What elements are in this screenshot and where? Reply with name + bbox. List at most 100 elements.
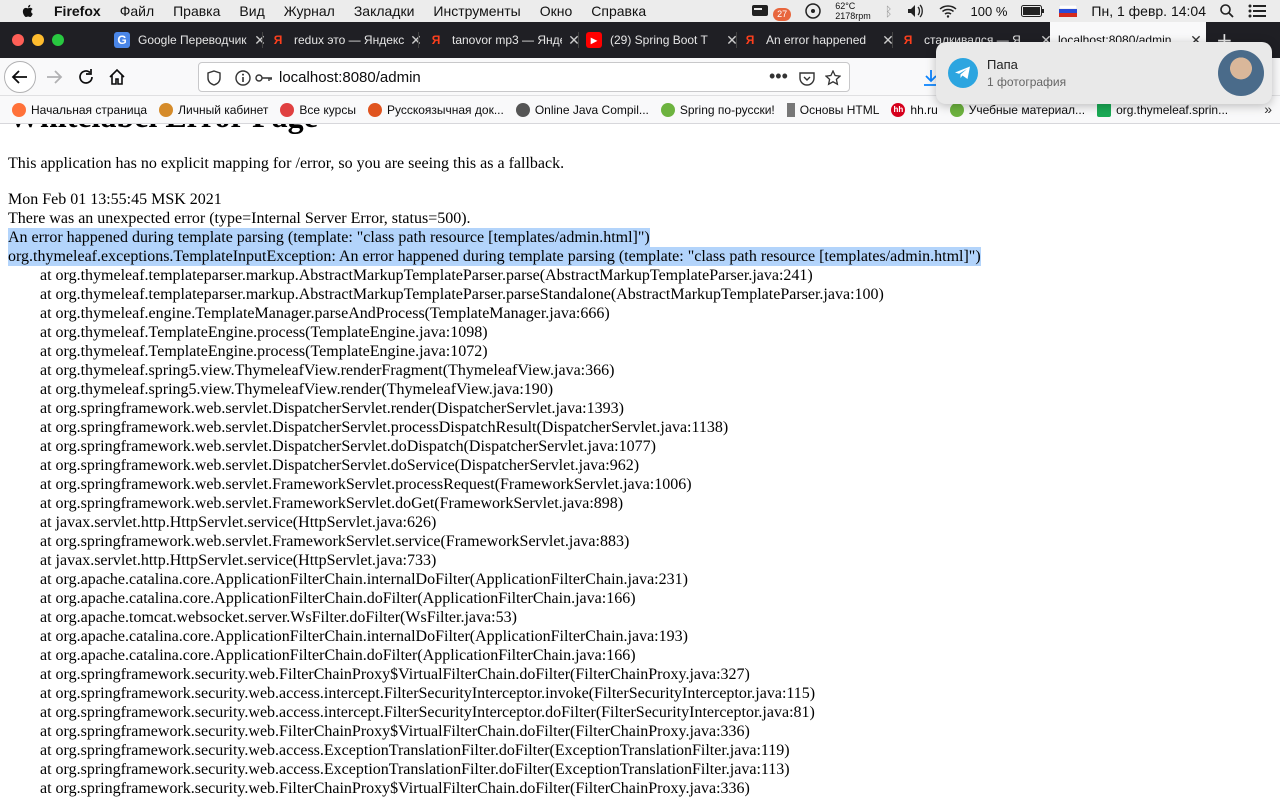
youtube-icon: ▶ — [586, 32, 602, 48]
tab-spring-boot-youtube[interactable]: ▶ (29) Spring Boot T ✕ — [586, 26, 740, 54]
close-tab-icon[interactable]: ✕ — [880, 32, 896, 49]
shield-icon[interactable] — [207, 70, 221, 86]
stack-frame: at org.thymeleaf.templateparser.markup.A… — [40, 267, 813, 284]
reload-button[interactable] — [72, 63, 100, 91]
menu-bookmarks[interactable]: Закладки — [354, 3, 415, 19]
notification-count-badge[interactable]: 27 — [773, 7, 792, 21]
bluetooth-icon[interactable]: ᛒ — [885, 4, 893, 19]
arrow-right-icon — [47, 70, 63, 84]
bookmark-html-basics[interactable]: Основы HTML — [786, 102, 880, 117]
volume-icon[interactable] — [907, 4, 925, 18]
notification-center-icon[interactable] — [1248, 4, 1266, 18]
tab-tanovor[interactable]: Я tanovor mp3 — Яндекс ✕ — [428, 26, 582, 54]
bookmark-start-page[interactable]: Начальная страница — [12, 102, 148, 117]
clock[interactable]: Пн, 1 февр. 14:04 — [1091, 3, 1206, 19]
close-window-button[interactable] — [12, 34, 24, 46]
stack-frame: at org.thymeleaf.spring5.view.ThymeleafV… — [40, 362, 615, 379]
info-icon[interactable] — [235, 70, 251, 86]
tab-title: (29) Spring Boot T — [610, 33, 708, 47]
tab-separator — [262, 32, 263, 48]
bookmark-study-materials[interactable]: Учебные материал... — [949, 102, 1086, 117]
menu-history[interactable]: Журнал — [284, 3, 335, 19]
menu-file[interactable]: Файл — [120, 3, 154, 19]
bookmark-label: Spring по-русски! — [679, 102, 775, 117]
wifi-icon[interactable] — [939, 4, 957, 18]
stack-frame: at org.springframework.security.web.acce… — [40, 704, 815, 721]
bookmark-label: Русскоязычная док... — [386, 102, 504, 117]
star-icon[interactable] — [825, 70, 841, 86]
pocket-icon[interactable] — [799, 70, 815, 86]
telegram-notification[interactable]: Папа 1 фотография — [936, 42, 1272, 104]
ubuntu-icon — [367, 102, 382, 117]
yandex-icon: Я — [903, 33, 913, 47]
russian-flag-icon[interactable] — [1059, 5, 1078, 17]
minimize-window-button[interactable] — [32, 34, 44, 46]
temperature-readout[interactable]: 62°C 2178rpm — [835, 1, 871, 21]
close-tab-icon[interactable]: ✕ — [252, 32, 268, 49]
spotlight-search-icon[interactable] — [1220, 4, 1234, 18]
page-actions-icon[interactable]: ••• — [769, 66, 788, 87]
forward-button[interactable] — [40, 63, 68, 91]
battery-icon[interactable] — [1021, 5, 1045, 17]
stack-frame: at org.thymeleaf.TemplateEngine.process(… — [40, 324, 488, 341]
tab-separator — [736, 32, 737, 48]
stack-frame: at org.apache.catalina.core.ApplicationF… — [40, 647, 636, 664]
stack-frame: at org.springframework.web.servlet.Dispa… — [40, 419, 729, 436]
bookmark-label: Online Java Compil... — [534, 102, 649, 117]
bookmark-label: Личный кабинет — [178, 102, 269, 117]
tab-title: tanovor mp3 — Яндекс — [452, 33, 562, 47]
bookmark-hh-ru[interactable]: hh hh.ru — [891, 102, 938, 117]
menu-edit[interactable]: Правка — [173, 3, 220, 19]
apple-icon[interactable] — [20, 3, 36, 19]
menu-help[interactable]: Справка — [591, 3, 646, 19]
tab-google-translate[interactable]: G Google Переводчик ✕ — [114, 26, 268, 54]
tab-an-error-happened[interactable]: Я An error happened ✕ — [742, 26, 896, 54]
reload-icon — [79, 69, 93, 84]
close-tab-icon[interactable]: ✕ — [408, 32, 424, 49]
menu-window[interactable]: Окно — [540, 3, 573, 19]
bookmark-spring-russian[interactable]: Spring по-русски! — [660, 102, 775, 117]
notification-message: 1 фотография — [987, 75, 1067, 89]
home-button[interactable] — [103, 63, 131, 91]
error-timestamp: Mon Feb 01 13:55:45 MSK 2021 — [8, 191, 222, 208]
stack-frame: at javax.servlet.http.HttpServlet.servic… — [40, 514, 437, 531]
back-button[interactable] — [4, 61, 36, 93]
notification-sender: Папа — [987, 57, 1018, 72]
fan-icon[interactable] — [805, 3, 821, 19]
menu-tools[interactable]: Инструменты — [433, 3, 520, 19]
thymeleaf-icon — [1097, 102, 1112, 117]
stack-frame: at org.springframework.web.servlet.Frame… — [40, 495, 624, 512]
bookmark-online-java-compiler[interactable]: Online Java Compil... — [515, 102, 649, 117]
arrow-left-icon — [11, 70, 27, 84]
menu-view[interactable]: Вид — [239, 3, 264, 19]
bookmark-label: Начальная страница — [31, 102, 148, 117]
bookmark-thymeleaf-spring[interactable]: org.thymeleaf.sprin... — [1097, 102, 1228, 117]
stack-frame: at org.springframework.security.web.acce… — [40, 685, 816, 702]
menu-firefox[interactable]: Firefox — [54, 3, 101, 19]
battery-percent[interactable]: 100 % — [971, 4, 1008, 19]
selected-error-message: An error happened during template parsin… — [8, 228, 650, 247]
stack-frame: at org.thymeleaf.engine.TemplateManager.… — [40, 305, 610, 322]
messages-icon[interactable] — [751, 4, 769, 18]
telegram-icon — [948, 58, 978, 88]
zoom-window-button[interactable] — [52, 34, 64, 46]
tab-redux[interactable]: Я redux это — Яндекс ✕ — [270, 26, 424, 54]
url-bar[interactable]: localhost:8080/admin ••• — [198, 62, 850, 92]
bookmark-personal-account[interactable]: Личный кабинет — [159, 102, 269, 117]
bookmark-all-courses[interactable]: Все курсы — [280, 102, 356, 117]
bookmark-russian-docs[interactable]: Русскоязычная док... — [367, 102, 504, 117]
url-text[interactable]: localhost:8080/admin — [279, 69, 421, 86]
close-tab-icon[interactable]: ✕ — [566, 32, 582, 49]
bookmark-label: Основы HTML — [799, 102, 880, 117]
close-tab-icon[interactable]: ✕ — [724, 32, 740, 49]
stack-frame: at org.thymeleaf.TemplateEngine.process(… — [40, 343, 488, 360]
bookmark-label: Учебные материал... — [968, 102, 1086, 117]
bookmark-favicon-icon — [159, 102, 174, 117]
firefox-icon — [12, 102, 26, 117]
key-icon[interactable] — [255, 70, 273, 86]
stack-frame: at org.apache.catalina.core.ApplicationF… — [40, 571, 688, 588]
stack-frame: at org.apache.catalina.core.ApplicationF… — [40, 628, 688, 645]
yandex-icon: Я — [745, 33, 755, 47]
temperature-value: 62°C — [835, 1, 856, 11]
spring-leaf-icon — [660, 102, 675, 117]
